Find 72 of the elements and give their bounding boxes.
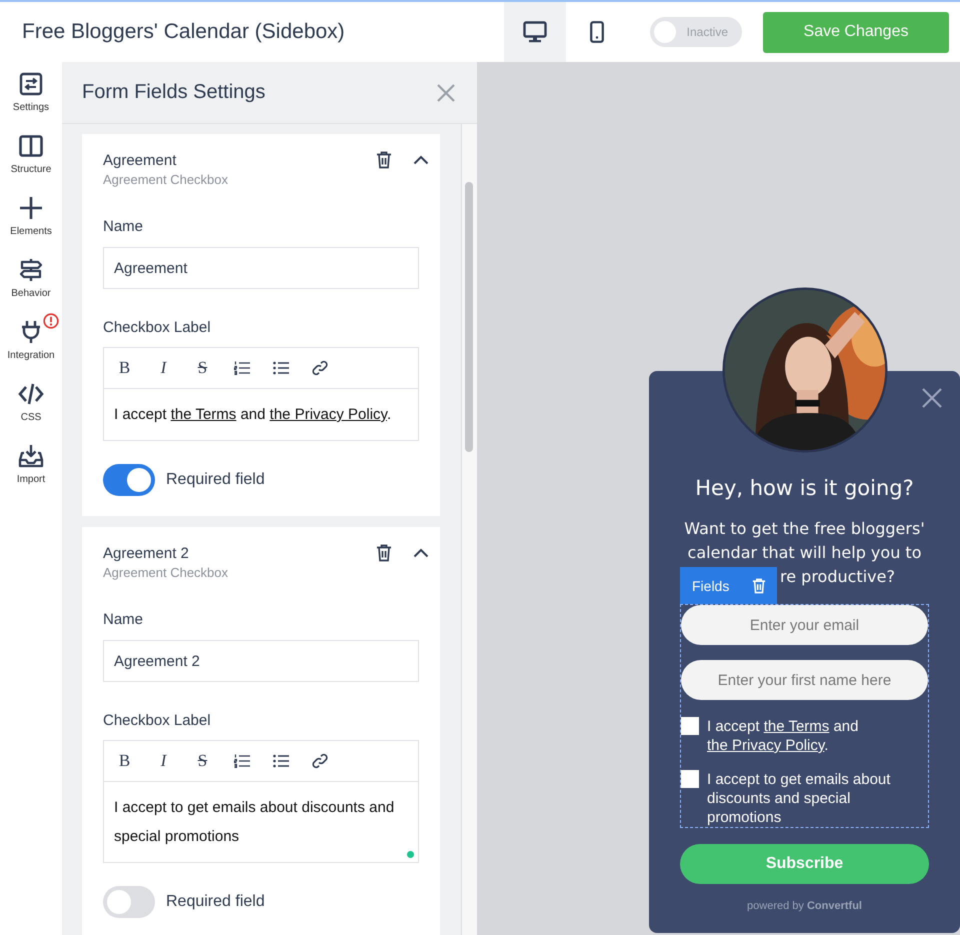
page-title: Free Bloggers' Calendar (Sidebox) — [21, 20, 345, 44]
text-link[interactable]: the Privacy Policy — [270, 406, 387, 423]
sidebar-item[interactable]: Structure — [0, 124, 62, 186]
name-input[interactable]: Agreement 2 — [103, 640, 419, 682]
italic-button[interactable]: I — [160, 751, 166, 771]
sidebar-item[interactable]: CSS — [0, 372, 62, 434]
scrollbar[interactable] — [461, 124, 477, 935]
signpost-icon — [19, 258, 43, 282]
trash-icon[interactable] — [376, 151, 392, 169]
link-icon[interactable] — [312, 360, 328, 376]
field-type: Agreement Checkbox — [103, 564, 228, 582]
required-switch[interactable] — [103, 464, 155, 496]
popup-heading: Hey, how is it going? — [695, 475, 914, 502]
chevron-up-icon[interactable] — [413, 155, 429, 165]
desktop-view-button[interactable] — [504, 2, 566, 62]
sidebar-item[interactable]: Elements — [0, 186, 62, 248]
name-input[interactable]: Agreement — [103, 247, 419, 289]
checkbox[interactable] — [681, 770, 699, 788]
strikethrough-button[interactable]: S — [198, 358, 208, 378]
italic-button[interactable]: I — [160, 358, 166, 378]
bold-button[interactable]: B — [118, 751, 130, 771]
popup-text: re productive? — [780, 567, 895, 588]
popup-text: Want to get the free bloggers' — [684, 518, 925, 540]
trash-icon[interactable] — [376, 544, 392, 562]
field-type: Agreement Checkbox — [103, 171, 228, 189]
text-link[interactable]: the Terms — [764, 718, 830, 735]
required-label: Required field — [166, 471, 265, 489]
code-icon — [18, 382, 44, 406]
rich-text-editor[interactable]: B I S I accept to get emails about discounts and special promotions — [103, 740, 419, 863]
panel-title: Form Fields Settings — [82, 81, 266, 104]
rich-text-editor[interactable]: B I S I accept the Terms and the Privacy Policy. — [103, 347, 419, 441]
chevron-up-icon[interactable] — [413, 548, 429, 558]
field-title: Agreement 2 — [103, 544, 189, 564]
form-selection-box[interactable]: Enter your email Enter your first name here I accept the Terms and the Privacy Policy. I accept to get emails about discounts and special promotions — [680, 604, 929, 828]
required-label: Required field — [166, 893, 265, 911]
inbox-download-icon — [18, 444, 44, 468]
link-icon[interactable] — [312, 753, 328, 769]
popup-text: calendar that will help you to — [688, 542, 922, 564]
bullet-list-icon[interactable] — [272, 754, 288, 768]
required-switch[interactable] — [103, 886, 155, 918]
sidebar-item[interactable]: Behavior — [0, 248, 62, 310]
field-label: Name — [103, 217, 144, 237]
field-label: Name — [103, 610, 144, 630]
numbered-list-icon[interactable] — [234, 754, 250, 768]
text-link[interactable]: the Privacy Policy — [707, 737, 824, 754]
phone-icon — [590, 21, 604, 43]
strikethrough-button[interactable]: S — [198, 751, 208, 771]
sidebar-item[interactable]: Settings — [0, 62, 62, 124]
bullet-list-icon[interactable] — [272, 361, 288, 375]
monitor-icon — [523, 21, 547, 43]
field-label: Checkbox Label — [103, 318, 211, 338]
close-icon[interactable] — [922, 388, 942, 408]
settings-icon — [19, 72, 43, 96]
sidebar-item[interactable]: Import — [0, 434, 62, 496]
checkbox[interactable] — [681, 717, 699, 735]
numbered-list-icon[interactable] — [234, 361, 250, 375]
text-input[interactable]: Enter your email — [681, 605, 928, 645]
sidebar-item[interactable]: Integration — [0, 310, 62, 372]
field-label: Checkbox Label — [103, 711, 211, 731]
text-input[interactable]: Enter your first name here — [681, 660, 928, 700]
fields-tag[interactable]: Fields — [680, 567, 777, 604]
plus-icon — [19, 196, 43, 220]
checkbox-label-text: I accept the Terms and the Privacy Policy. — [114, 406, 392, 423]
checkbox-label: I accept to get emails about discounts and special promotions — [707, 770, 892, 827]
checkbox-label-text: I accept to get emails about discounts and special promotions — [114, 799, 394, 845]
text-link[interactable]: the Terms — [170, 406, 236, 423]
bold-button[interactable]: B — [118, 358, 130, 378]
powered-by-text: powered by Convertful — [747, 900, 862, 912]
checkbox-label: I accept the Terms and the Privacy Policy. — [707, 717, 860, 755]
columns-icon — [19, 134, 43, 158]
field-title: Agreement — [103, 151, 176, 171]
plug-icon — [19, 320, 43, 344]
